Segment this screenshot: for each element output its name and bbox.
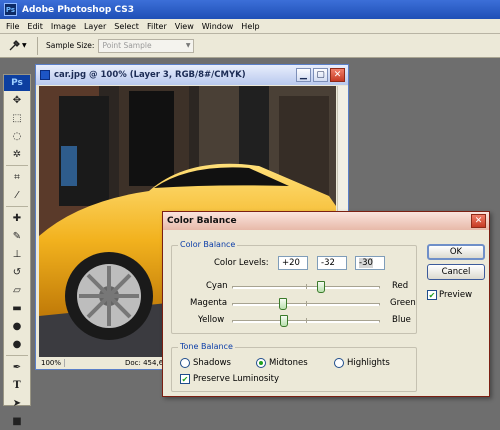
document-icon: [40, 70, 50, 80]
move-tool-icon[interactable]: ✥: [4, 91, 30, 109]
blue-label: Blue: [392, 315, 411, 325]
chevron-down-icon: ▼: [22, 42, 27, 49]
highlights-radio[interactable]: [334, 358, 344, 368]
pen-tool-icon[interactable]: ✒: [4, 358, 30, 376]
menu-filter[interactable]: Filter: [143, 22, 171, 31]
cyan-red-level-input[interactable]: +20: [278, 256, 308, 270]
photoshop-logo-icon: Ps: [4, 3, 17, 16]
cyan-red-slider[interactable]: [232, 281, 380, 293]
menu-select[interactable]: Select: [110, 22, 143, 31]
midtones-radio[interactable]: [256, 358, 266, 368]
menu-layer[interactable]: Layer: [80, 22, 110, 31]
preview-checkbox[interactable]: ✔: [427, 290, 437, 300]
preserve-luminosity-label[interactable]: Preserve Luminosity: [193, 374, 279, 384]
app-titlebar: Ps Adobe Photoshop CS3: [0, 0, 500, 19]
magenta-green-slider-thumb[interactable]: [279, 298, 287, 310]
toolbox-divider: [6, 165, 28, 166]
color-balance-dialog: Color Balance ✕ Color Balance Color Leve…: [162, 211, 490, 397]
close-button[interactable]: ✕: [330, 68, 345, 82]
yellow-blue-slider-thumb[interactable]: [280, 315, 288, 327]
ok-button[interactable]: OK: [427, 244, 485, 260]
lasso-tool-icon[interactable]: ◌: [4, 127, 30, 145]
options-bar: ▼ Sample Size: Point Sample ▼: [0, 34, 500, 58]
maximize-button[interactable]: ▢: [313, 68, 328, 82]
slider-center-tick: [306, 301, 307, 306]
menu-image[interactable]: Image: [47, 22, 80, 31]
cyan-label: Cyan: [206, 281, 228, 291]
shadows-label[interactable]: Shadows: [193, 358, 231, 368]
dialog-titlebar[interactable]: Color Balance ✕: [163, 212, 489, 230]
midtones-label[interactable]: Midtones: [269, 358, 308, 368]
menu-window[interactable]: Window: [198, 22, 238, 31]
highlights-label[interactable]: Highlights: [347, 358, 390, 368]
brush-tool-icon[interactable]: ✎: [4, 227, 30, 245]
tone-balance-group: Tone Balance Shadows Midtones Highlights…: [171, 342, 417, 392]
chevron-down-icon: ▼: [185, 42, 191, 49]
yellow-blue-level-input[interactable]: -30: [355, 256, 385, 270]
toolbox-ps-badge: Ps: [4, 75, 30, 91]
magic-wand-tool-icon[interactable]: ✲: [4, 145, 30, 163]
green-label: Green: [390, 298, 416, 308]
path-selection-tool-icon[interactable]: ➤: [4, 394, 30, 412]
zoom-level[interactable]: 100%: [39, 359, 65, 367]
sample-size-select[interactable]: Point Sample ▼: [98, 38, 195, 53]
tone-balance-group-title: Tone Balance: [178, 342, 235, 351]
red-label: Red: [392, 281, 409, 291]
magenta-label: Magenta: [190, 298, 228, 308]
yellow-label: Yellow: [198, 315, 225, 325]
sample-size-label: Sample Size:: [46, 41, 95, 50]
menu-help[interactable]: Help: [237, 22, 263, 31]
document-title: car.jpg @ 100% (Layer 3, RGB/8#/CMYK): [54, 70, 246, 80]
sample-size-value: Point Sample: [102, 41, 152, 50]
minimize-button[interactable]: ▁: [296, 68, 311, 82]
menu-view[interactable]: View: [171, 22, 198, 31]
crop-tool-icon[interactable]: ⌗: [4, 168, 30, 186]
cancel-button[interactable]: Cancel: [427, 264, 485, 280]
preserve-luminosity-checkbox[interactable]: ✔: [180, 374, 190, 384]
toolbox: Ps ✥ ⬚ ◌ ✲ ⌗ ⁄ ✚ ✎ ⊥ ↺ ▱ ▬ ● ● ✒ T ➤ ■: [3, 74, 31, 427]
magenta-green-slider[interactable]: [232, 298, 380, 310]
blur-tool-icon[interactable]: ●: [4, 317, 30, 335]
preview-label[interactable]: Preview: [439, 290, 472, 300]
color-levels-label: Color Levels:: [214, 258, 269, 268]
type-tool-icon[interactable]: T: [4, 376, 30, 394]
color-balance-group: Color Balance Color Levels: +20 -32 -30 …: [171, 240, 417, 334]
healing-brush-tool-icon[interactable]: ✚: [4, 209, 30, 227]
dialog-close-button[interactable]: ✕: [471, 214, 486, 228]
tool-preset-picker[interactable]: ▼: [4, 36, 38, 55]
color-balance-group-title: Color Balance: [178, 240, 238, 249]
slider-center-tick: [306, 318, 307, 323]
eraser-tool-icon[interactable]: ▱: [4, 281, 30, 299]
marquee-tool-icon[interactable]: ⬚: [4, 109, 30, 127]
history-brush-tool-icon[interactable]: ↺: [4, 263, 30, 281]
clone-stamp-tool-icon[interactable]: ⊥: [4, 245, 30, 263]
menubar: File Edit Image Layer Select Filter View…: [0, 19, 500, 34]
eyedropper-tool-icon[interactable]: ⁄: [4, 186, 30, 204]
dialog-title: Color Balance: [167, 216, 237, 226]
rectangle-tool-icon[interactable]: ■: [4, 412, 30, 430]
toolbox-divider: [6, 355, 28, 356]
cyan-red-slider-thumb[interactable]: [317, 281, 325, 293]
slider-center-tick: [306, 284, 307, 289]
toolbox-divider: [6, 206, 28, 207]
shadows-radio[interactable]: [180, 358, 190, 368]
gradient-tool-icon[interactable]: ▬: [4, 299, 30, 317]
eyedropper-icon: [9, 39, 20, 50]
app-title: Adobe Photoshop CS3: [22, 4, 134, 15]
menu-file[interactable]: File: [2, 22, 23, 31]
yellow-blue-slider[interactable]: [232, 315, 380, 327]
document-titlebar[interactable]: car.jpg @ 100% (Layer 3, RGB/8#/CMYK) ▁ …: [36, 65, 348, 85]
menu-edit[interactable]: Edit: [23, 22, 47, 31]
magenta-green-level-input[interactable]: -32: [317, 256, 347, 270]
dodge-tool-icon[interactable]: ●: [4, 335, 30, 353]
